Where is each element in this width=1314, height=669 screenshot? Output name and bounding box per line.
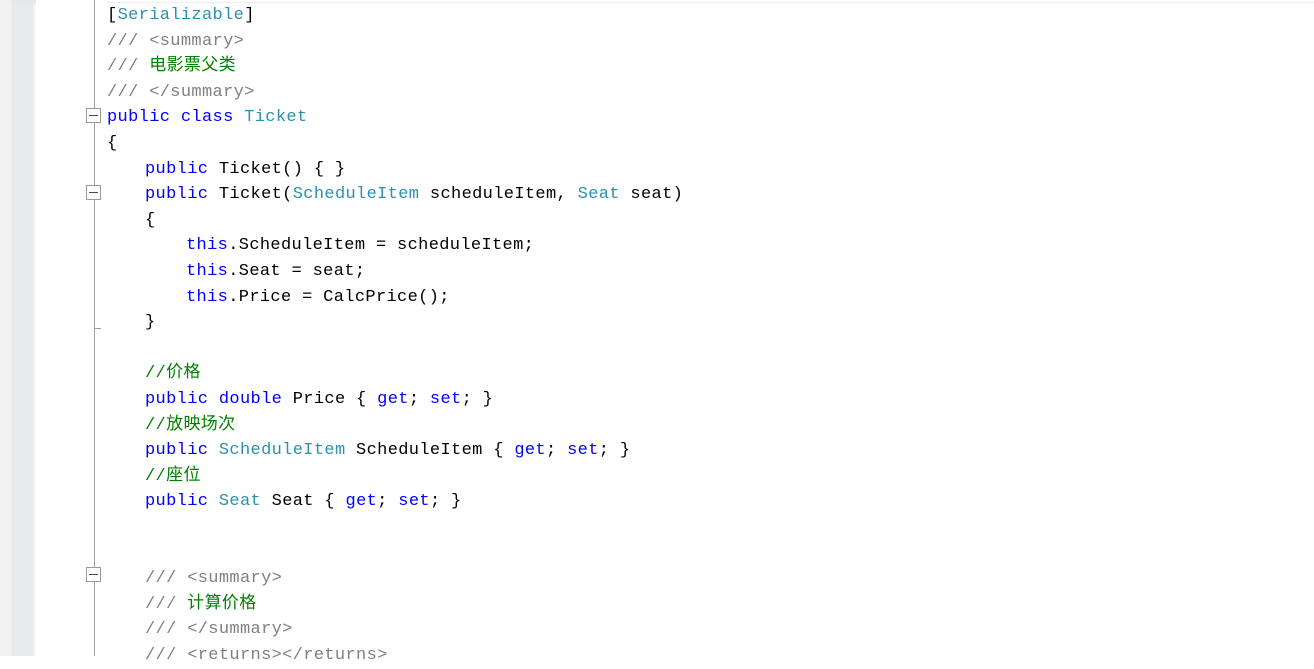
code-token-doc: /// <summary> bbox=[107, 31, 245, 51]
code-text-surface[interactable]: [Serializable]/// <summary>/// 电影票父类/// … bbox=[0, 0, 1314, 665]
code-token-kw: get bbox=[345, 492, 378, 512]
code-line[interactable]: public Ticket() { } bbox=[0, 157, 345, 183]
code-line[interactable]: /// </summary> bbox=[0, 617, 293, 643]
code-token-kw: public bbox=[107, 108, 171, 128]
code-token-kw: set bbox=[398, 492, 430, 512]
code-token-kw: set bbox=[429, 390, 462, 409]
code-token-plain: ; bbox=[408, 390, 430, 409]
code-token-kw: set bbox=[567, 441, 599, 461]
code-token-comment: 电影票父类 bbox=[149, 57, 236, 77]
code-line[interactable]: //座位 bbox=[0, 464, 201, 490]
code-token-type: Ticket bbox=[244, 108, 308, 128]
code-token-kw: this bbox=[186, 236, 229, 256]
code-token-plain: ; } bbox=[461, 390, 494, 409]
code-token-kw: public bbox=[145, 492, 209, 512]
code-token-kw: this bbox=[186, 287, 229, 307]
code-line[interactable]: } bbox=[0, 310, 156, 336]
code-token-comment: //价格 bbox=[145, 364, 201, 384]
code-token-plain: ] bbox=[244, 6, 255, 25]
code-line[interactable]: { bbox=[0, 131, 118, 157]
code-token-kw: this bbox=[186, 262, 229, 281]
code-line[interactable]: this.Price = CalcPrice(); bbox=[0, 285, 450, 311]
code-token-doc: /// </summary> bbox=[107, 82, 255, 102]
code-token-doc: /// bbox=[145, 594, 188, 614]
code-line[interactable]: /// </summary> bbox=[0, 80, 255, 106]
code-line[interactable]: { bbox=[0, 208, 156, 234]
code-token-plain: scheduleItem, bbox=[419, 185, 578, 205]
code-line[interactable]: this.Seat = seat; bbox=[0, 259, 365, 285]
code-line[interactable]: public Ticket(ScheduleItem scheduleItem,… bbox=[0, 182, 683, 208]
code-token-plain: Seat { bbox=[261, 492, 346, 512]
code-token-doc: /// </summary> bbox=[145, 620, 293, 640]
code-line[interactable]: /// 计算价格 bbox=[0, 592, 257, 618]
code-token-plain: Ticket( bbox=[208, 185, 293, 205]
code-token-type: Seat bbox=[218, 492, 262, 512]
code-token-type: ScheduleItem bbox=[292, 185, 420, 205]
code-line[interactable]: this.ScheduleItem = scheduleItem; bbox=[0, 233, 534, 259]
code-line[interactable]: public double Price { get; set; } bbox=[0, 387, 493, 413]
code-token-plain: ScheduleItem { bbox=[345, 441, 515, 461]
code-token-plain: Ticket() { } bbox=[208, 159, 346, 179]
code-token-kw: public bbox=[145, 185, 209, 205]
code-token-kw: public bbox=[145, 441, 209, 461]
code-token-type: ScheduleItem bbox=[218, 441, 346, 461]
code-line[interactable]: public ScheduleItem ScheduleItem { get ; … bbox=[0, 438, 630, 464]
code-token-kw: public bbox=[145, 390, 209, 409]
code-token-doc: /// <summary> bbox=[145, 569, 283, 589]
code-token-comment: 计算价格 bbox=[187, 594, 257, 614]
code-token-type: Serializable bbox=[117, 6, 245, 25]
code-token-plain: .Price = CalcPrice(); bbox=[228, 287, 450, 307]
code-line[interactable]: /// <summary> bbox=[0, 566, 282, 592]
code-token-comment: //座位 bbox=[145, 466, 201, 486]
code-editor-view[interactable]: [Serializable]/// <summary>/// 电影票父类/// … bbox=[0, 0, 1314, 665]
code-line[interactable]: [Serializable] bbox=[0, 3, 255, 29]
code-token-plain: ; } bbox=[598, 441, 631, 461]
code-token-comment: //放映场次 bbox=[145, 415, 236, 435]
code-line[interactable]: public Seat Seat { get; set; } bbox=[0, 489, 462, 515]
code-token-plain: { bbox=[107, 134, 118, 153]
code-token-plain: } bbox=[145, 313, 156, 333]
code-token-plain: .ScheduleItem = scheduleItem; bbox=[228, 236, 535, 256]
code-token-plain: { bbox=[145, 210, 156, 230]
code-token-type: Seat bbox=[577, 185, 620, 205]
code-token-kw: public bbox=[145, 159, 209, 179]
code-token-kw: get bbox=[377, 390, 409, 409]
code-token-doc: /// bbox=[107, 57, 150, 77]
code-token-kw: double bbox=[218, 390, 283, 409]
code-token-kw: get bbox=[514, 441, 546, 461]
code-token-plain: .Seat = seat; bbox=[228, 262, 366, 281]
code-line[interactable] bbox=[0, 541, 145, 567]
code-line[interactable]: public class Ticket bbox=[0, 105, 308, 131]
code-line[interactable] bbox=[0, 515, 145, 541]
code-line[interactable] bbox=[0, 336, 145, 362]
code-token-plain: Price { bbox=[282, 390, 378, 409]
code-token-plain: seat) bbox=[619, 185, 684, 205]
code-line[interactable]: /// 电影票父类 bbox=[0, 54, 236, 80]
code-token-plain: ; bbox=[545, 441, 568, 461]
code-line[interactable]: /// <summary> bbox=[0, 29, 244, 55]
code-token-plain: [ bbox=[107, 6, 118, 25]
code-token-plain: ; bbox=[377, 492, 399, 512]
code-line[interactable]: //放映场次 bbox=[0, 413, 236, 439]
code-line[interactable]: //价格 bbox=[0, 361, 201, 387]
code-token-plain: ; } bbox=[429, 492, 462, 512]
code-token-kw: class bbox=[180, 108, 234, 128]
